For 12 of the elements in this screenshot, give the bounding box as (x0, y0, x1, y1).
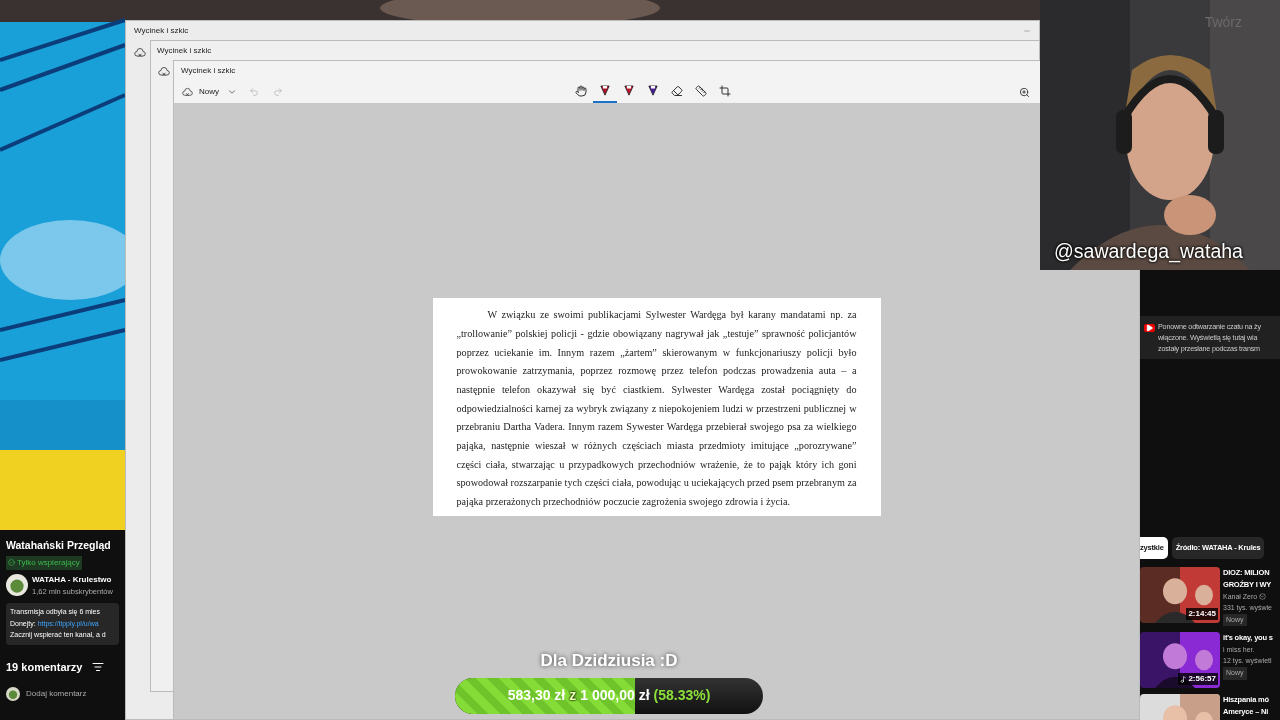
comment-count: 19 komentarzy (6, 659, 83, 675)
goal-percent: (58.33%) (653, 686, 711, 705)
amount-separator: z (569, 686, 577, 705)
streamer-handle: @sawardega_wataha (1054, 238, 1243, 265)
raised-amount: 583,30 zł (507, 686, 566, 705)
goal-amount: 1 000,00 zł (580, 686, 650, 705)
channel-name[interactable]: WATAHA - Krulestwo (32, 573, 113, 586)
duration-badge: 2:56:57 (1178, 673, 1218, 685)
video-title: Watahański Przegląd (6, 538, 112, 553)
comment-field[interactable]: Dodaj komentarz (26, 688, 87, 700)
donation-goal-title: Dla Dzidziusia :D (540, 650, 678, 672)
members-only-badge: Tylko wspierający (6, 555, 82, 570)
